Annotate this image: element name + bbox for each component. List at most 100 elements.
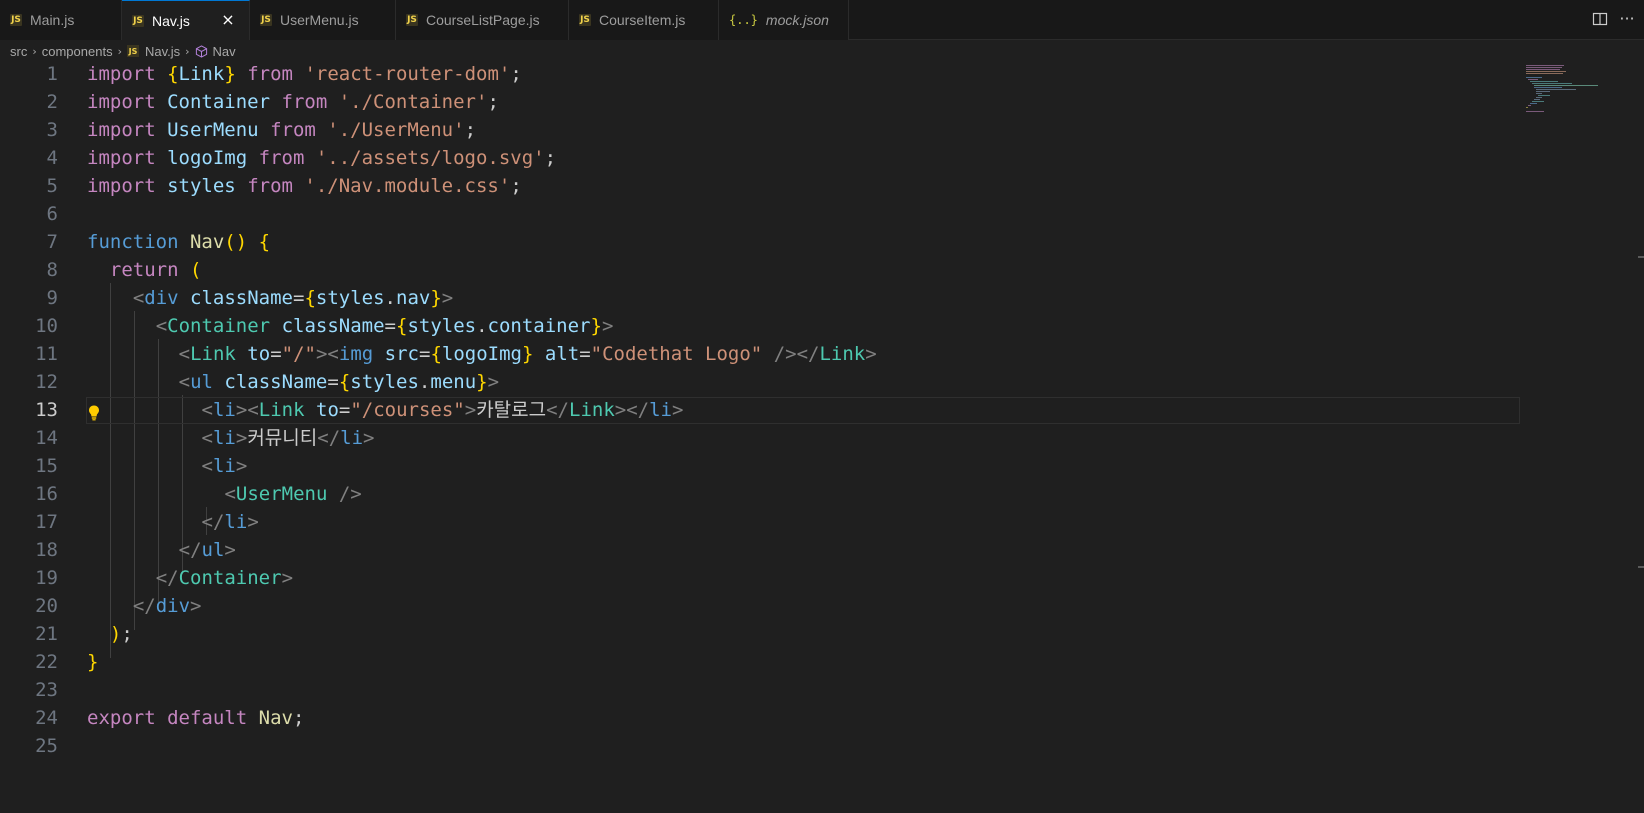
tab-nav-js[interactable]: JS Nav.js ×	[122, 0, 250, 40]
line-number: 2	[46, 91, 58, 113]
line-number: 3	[46, 119, 58, 141]
js-file-icon: JS	[126, 45, 139, 57]
tab-label: CourseListPage.js	[426, 12, 540, 28]
line-code: <li><Link to="/courses">카탈로그</Link></li>	[201, 399, 684, 421]
line-code: import UserMenu from './UserMenu';	[87, 119, 477, 141]
line-number: 19	[35, 567, 58, 589]
code-line[interactable]: 10 <Container className={styles.containe…	[0, 312, 1520, 341]
line-number: 8	[46, 259, 58, 281]
line-code: export default Nav;	[87, 707, 305, 729]
tab-label: CourseItem.js	[599, 12, 686, 28]
line-code: );	[109, 623, 133, 645]
code-line[interactable]: 11 <Link to="/"><img src={logoImg} alt="…	[0, 340, 1520, 369]
code-line[interactable]: 9 <div className={styles.nav}>	[0, 284, 1520, 313]
line-number: 5	[46, 175, 58, 197]
line-code: function Nav() {	[87, 231, 271, 253]
line-code: <ul className={styles.menu}>	[178, 371, 500, 393]
js-file-icon: JS	[579, 14, 591, 26]
line-number: 14	[35, 427, 58, 449]
code-line[interactable]: 20 </div>	[0, 592, 1520, 621]
line-code: </li>	[201, 511, 259, 533]
code-line[interactable]: 14 <li>커뮤니티</li>	[0, 424, 1520, 453]
editor-tab-bar: JS Main.js JS Nav.js × JS UserMenu.js JS…	[0, 0, 1644, 40]
js-file-icon: JS	[132, 14, 144, 27]
code-line[interactable]: 23	[0, 676, 1520, 705]
line-number: 16	[35, 483, 58, 505]
code-line[interactable]: 6	[0, 200, 1520, 229]
tab-courselistpage-js[interactable]: JS CourseListPage.js	[396, 0, 569, 40]
line-number: 13	[35, 399, 58, 421]
code-line[interactable]: 17 </li>	[0, 508, 1520, 537]
line-code: </div>	[132, 595, 202, 617]
line-code: import {Link} from 'react-router-dom';	[87, 63, 522, 85]
tab-main-js[interactable]: JS Main.js	[0, 0, 122, 40]
code-line[interactable]: 15 <li>	[0, 452, 1520, 481]
code-line[interactable]: 18 </ul>	[0, 536, 1520, 565]
line-number: 4	[46, 147, 58, 169]
line-code: import Container from './Container';	[87, 91, 499, 113]
code-line[interactable]: 21 );	[0, 620, 1520, 649]
js-file-icon: JS	[406, 14, 418, 26]
line-number: 18	[35, 539, 58, 561]
line-code: <div className={styles.nav}>	[132, 287, 454, 309]
minimap[interactable]	[1520, 62, 1644, 813]
code-line[interactable]: 22}	[0, 648, 1520, 677]
code-line[interactable]: 12 <ul className={styles.menu}>	[0, 368, 1520, 397]
line-number: 23	[35, 679, 58, 701]
tab-label: Main.js	[30, 12, 75, 28]
breadcrumb-symbol[interactable]: Nav	[213, 44, 236, 59]
line-code: return (	[109, 259, 202, 281]
line-number: 11	[35, 343, 58, 365]
split-editor-icon[interactable]	[1592, 11, 1608, 27]
code-line[interactable]: 2 import Container from './Container';	[0, 88, 1520, 117]
tab-label: Nav.js	[152, 12, 190, 29]
close-icon[interactable]: ×	[219, 11, 237, 29]
tab-courseitem-js[interactable]: JS CourseItem.js	[569, 0, 719, 40]
tab-label: UserMenu.js	[280, 12, 359, 28]
line-number: 17	[35, 511, 58, 533]
line-code: <Container className={styles.container}>	[155, 315, 614, 337]
line-code: import logoImg from '../assets/logo.svg'…	[87, 147, 557, 169]
code-line[interactable]: 1 import {Link} from 'react-router-dom';	[0, 60, 1520, 89]
line-code: import styles from './Nav.module.css';	[87, 175, 522, 197]
code-line[interactable]: 16 <UserMenu />	[0, 480, 1520, 509]
tab-usermenu-js[interactable]: JS UserMenu.js	[250, 0, 396, 40]
line-code: }	[87, 651, 99, 673]
tab-mock-json[interactable]: {..} mock.json	[719, 0, 849, 40]
breadcrumb-components[interactable]: components	[42, 44, 113, 59]
tab-label: mock.json	[765, 12, 829, 28]
scroll-marker	[1638, 256, 1644, 258]
breadcrumb-file[interactable]: Nav.js	[145, 44, 180, 59]
line-number: 22	[35, 651, 58, 673]
code-line[interactable]: 8 return (	[0, 256, 1520, 285]
line-code: </Container>	[155, 567, 294, 589]
line-number: 25	[35, 735, 58, 757]
code-line[interactable]: 3 import UserMenu from './UserMenu';	[0, 116, 1520, 145]
line-number: 1	[46, 63, 58, 85]
code-editor[interactable]: 1 import {Link} from 'react-router-dom'; 2…	[0, 62, 1644, 813]
line-number: 20	[35, 595, 58, 617]
line-number: 12	[35, 371, 58, 393]
line-number: 7	[46, 231, 58, 253]
symbol-cube-icon	[195, 44, 207, 58]
js-file-icon: JS	[260, 14, 272, 26]
chevron-right-icon: ›	[185, 44, 190, 58]
line-number: 6	[46, 203, 58, 225]
line-code: <Link to="/"><img src={logoImg} alt="Cod…	[178, 343, 877, 365]
code-line[interactable]: 24 export default Nav;	[0, 704, 1520, 733]
code-line[interactable]: 19 </Container>	[0, 564, 1520, 593]
code-line[interactable]: 7 function Nav() {	[0, 228, 1520, 257]
breadcrumb: src › components › JS Nav.js › Nav	[0, 40, 1644, 62]
line-number: 15	[35, 455, 58, 477]
more-actions-icon[interactable]: ···	[1618, 10, 1636, 28]
code-line[interactable]: 25	[0, 732, 1520, 761]
code-line[interactable]: 5 import styles from './Nav.module.css';	[0, 172, 1520, 201]
chevron-right-icon: ›	[32, 44, 37, 58]
code-line[interactable]: 4 import logoImg from '../assets/logo.svg…	[0, 144, 1520, 173]
code-line[interactable]: 13 <li><Link to="/courses">카탈로그</Link></…	[0, 396, 1520, 425]
breadcrumb-src[interactable]: src	[10, 44, 27, 59]
line-code: <li>	[201, 455, 248, 477]
vertical-scrollbar[interactable]	[1638, 62, 1644, 813]
js-file-icon: JS	[10, 14, 22, 26]
line-code: </ul>	[178, 539, 236, 561]
